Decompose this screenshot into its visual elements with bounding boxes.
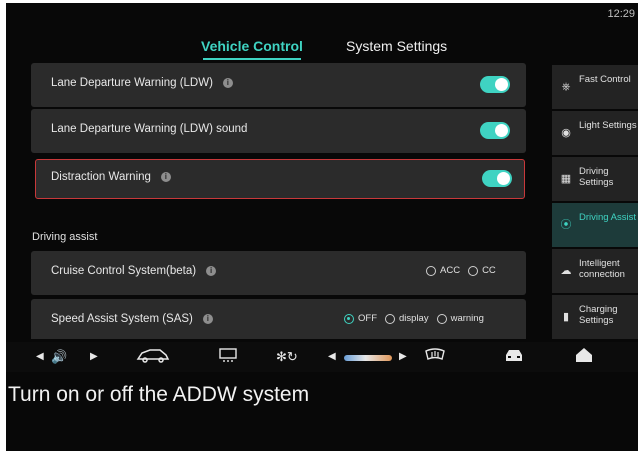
setting-label-text: Speed Assist System (SAS) — [51, 313, 193, 325]
steering-wheel-icon: ⎈ — [561, 81, 571, 93]
sidebar-item-label: Driving Assist — [579, 212, 637, 223]
sidebar-item-label: Fast Control — [579, 74, 631, 85]
ldw-sound-toggle[interactable] — [480, 122, 510, 139]
setting-label: Cruise Control System(beta) i — [51, 265, 217, 277]
radio-dot — [426, 265, 436, 276]
rear-defrost-icon[interactable] — [218, 347, 238, 369]
status-time: 12:29 — [607, 8, 635, 20]
radio-label: OFF — [358, 313, 377, 324]
cruise-mode-options: ACC CC — [426, 265, 496, 276]
info-icon[interactable]: i — [202, 313, 213, 324]
active-tab-indicator — [203, 58, 301, 60]
sidebar-item-light-settings[interactable]: ◉ Light Settings — [552, 111, 638, 155]
radio-cc[interactable]: CC — [468, 265, 496, 276]
light-icon: ◉ — [561, 127, 571, 139]
volume-icon[interactable]: 🔊 — [51, 347, 67, 367]
setting-label-text: Lane Departure Warning (LDW) — [51, 77, 213, 89]
setting-row-cruise-control: Cruise Control System(beta) i ACC CC — [31, 251, 526, 295]
info-icon[interactable]: i — [222, 77, 233, 88]
info-icon[interactable]: i — [206, 265, 217, 276]
volume-down-arrow-icon[interactable]: ◀ — [36, 347, 44, 367]
setting-label: Speed Assist System (SAS) i — [51, 313, 213, 325]
radio-off[interactable]: OFF — [344, 313, 377, 324]
battery-icon: ▮ — [562, 311, 570, 323]
settings-sidebar: ⎈ Fast Control ◉ Light Settings ▦ Drivin… — [552, 65, 638, 340]
sidebar-item-driving-assist[interactable]: ⦿ Driving Assist — [552, 203, 638, 247]
settings-panel: Lane Departure Warning (LDW) i Lane Depar… — [6, 63, 548, 339]
sidebar-item-charging-settings[interactable]: ▮ Charging Settings — [552, 295, 638, 339]
sidebar-item-label: Driving Settings — [579, 166, 614, 188]
sidebar-item-label: Intelligent connection — [579, 258, 625, 280]
radio-label: warning — [450, 313, 484, 324]
driving-settings-icon: ▦ — [560, 173, 572, 185]
car-door-icon[interactable] — [136, 347, 170, 369]
fan-icon[interactable]: ✻↻ — [276, 347, 298, 367]
setting-label: Lane Departure Warning (LDW) i — [51, 77, 233, 89]
ldw-toggle[interactable] — [480, 76, 510, 93]
tab-bar: Vehicle Control System Settings — [6, 33, 548, 63]
tab-system-settings[interactable]: System Settings — [346, 38, 447, 54]
info-icon[interactable]: i — [160, 171, 171, 182]
sidebar-item-label: Light Settings — [579, 120, 637, 131]
temperature-down-arrow-icon[interactable]: ◀ — [328, 347, 336, 367]
setting-row-ldw: Lane Departure Warning (LDW) i — [31, 63, 526, 107]
sidebar-item-driving-settings[interactable]: ▦ Driving Settings — [552, 157, 638, 201]
radio-label: display — [399, 313, 429, 324]
volume-up-arrow-icon[interactable]: ▶ — [90, 347, 98, 367]
toggle-knob — [497, 172, 510, 185]
sidebar-item-fast-control[interactable]: ⎈ Fast Control — [552, 65, 638, 109]
setting-label: Distraction Warning i — [51, 171, 171, 183]
radio-acc[interactable]: ACC — [426, 265, 460, 276]
steering-assist-icon: ⦿ — [560, 219, 572, 231]
sas-mode-options: OFF display warning — [344, 313, 484, 324]
radio-display[interactable]: display — [385, 313, 429, 324]
sidebar-item-label: Charging Settings — [579, 304, 618, 326]
setting-row-speed-assist: Speed Assist System (SAS) i OFF display w… — [31, 299, 526, 339]
setting-row-ldw-sound: Lane Departure Warning (LDW) sound — [31, 109, 526, 153]
distraction-warning-toggle[interactable] — [482, 170, 512, 187]
temperature-slider[interactable] — [344, 355, 392, 361]
radio-dot — [344, 313, 354, 324]
home-icon[interactable] — [575, 347, 593, 369]
car-display: 12:29 Vehicle Control System Settings La… — [6, 3, 638, 451]
sidebar-item-intelligent-connection[interactable]: ☁ Intelligent connection — [552, 249, 638, 293]
setting-label-text: Cruise Control System(beta) — [51, 265, 197, 277]
toggle-knob — [495, 124, 508, 137]
toggle-knob — [495, 78, 508, 91]
front-defrost-icon[interactable] — [424, 347, 446, 369]
radio-dot — [385, 313, 395, 324]
radio-dot — [436, 313, 447, 324]
radio-dot — [468, 265, 479, 276]
setting-label-text: Distraction Warning — [51, 171, 151, 183]
radio-label: ACC — [440, 265, 461, 276]
setting-row-distraction-warning: Distraction Warning i — [35, 159, 525, 199]
radio-warning[interactable]: warning — [436, 313, 484, 324]
caption-text: Turn on or off the ADDW system — [8, 383, 310, 406]
cloud-car-icon: ☁ — [560, 265, 572, 277]
tab-vehicle-control[interactable]: Vehicle Control — [201, 38, 303, 54]
radio-label: CC — [482, 265, 496, 276]
setting-label: Lane Departure Warning (LDW) sound — [51, 123, 248, 135]
bottom-control-bar: ◀ 🔊 ▶ ✻↻ ◀ ▶ — [6, 342, 638, 372]
section-title-driving-assist: Driving assist — [32, 231, 98, 243]
temperature-up-arrow-icon[interactable]: ▶ — [399, 347, 407, 367]
car-front-icon[interactable] — [503, 347, 525, 369]
